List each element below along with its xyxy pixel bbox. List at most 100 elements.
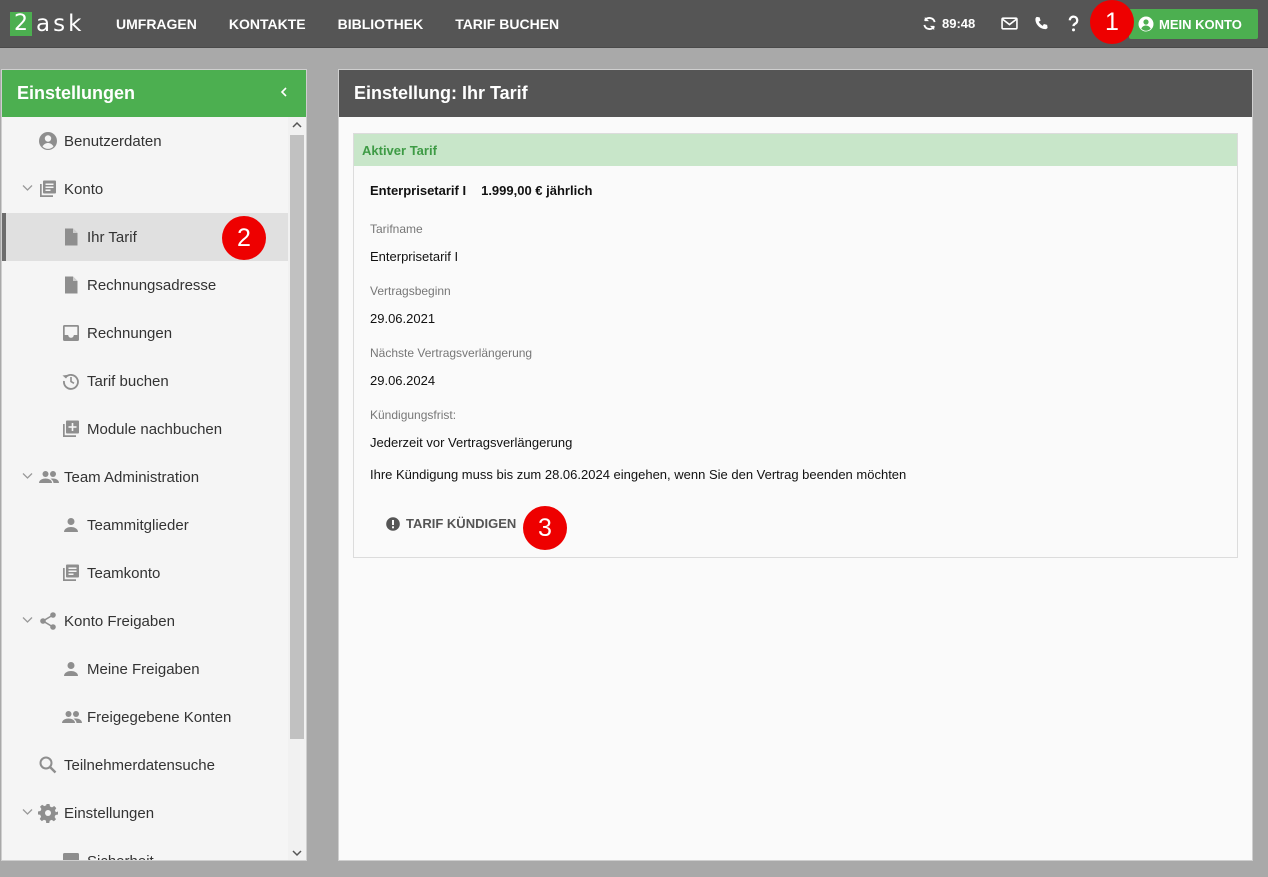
sidebar-item-label: Meine Freigaben — [87, 660, 200, 678]
sidebar-item-konto-freigaben[interactable]: Konto Freigaben — [2, 597, 288, 645]
chevron-down-icon[interactable] — [22, 808, 33, 816]
sidebar-item-module-nachbuchen[interactable]: Module nachbuchen — [2, 405, 288, 453]
nav-umfragen[interactable]: UMFRAGEN — [116, 16, 197, 32]
cancel-plan-label: TARIF KÜNDIGEN — [406, 516, 517, 531]
person-icon — [64, 662, 78, 676]
nav-tarif-buchen[interactable]: TARIF BUCHEN — [455, 16, 559, 32]
sidebar-item-label: Sicherheit — [87, 852, 154, 861]
top-navigation-bar: 2 ask UMFRAGEN KONTAKTE BIBLIOTHEK TARIF… — [0, 0, 1268, 48]
sidebar-item-label: Konto — [64, 180, 104, 198]
sidebar-item-label: Tarif buchen — [87, 372, 169, 390]
sidebar-item-label: Ihr Tarif — [87, 228, 137, 246]
sidebar-item-label: Benutzerdaten — [64, 132, 162, 150]
chevron-down-icon[interactable] — [22, 616, 33, 624]
people-icon — [39, 471, 59, 483]
share-icon — [40, 612, 56, 630]
sidebar-item-sicherheit[interactable]: Sicherheit — [2, 837, 288, 861]
chevron-down-icon[interactable] — [292, 849, 302, 857]
search-icon — [39, 756, 57, 774]
sidebar-item-label: Einstellungen — [64, 804, 155, 822]
cancellation-notice: Ihre Kündigung muss bis zum 28.06.2024 e… — [370, 467, 907, 482]
sidebar-title: Einstellungen — [17, 83, 136, 103]
marker-3: 3 — [523, 506, 567, 550]
nav-kontakte[interactable]: KONTAKTE — [229, 16, 306, 32]
person-icon — [64, 518, 78, 532]
gear-icon — [38, 804, 58, 823]
mail-icon[interactable] — [1001, 15, 1018, 32]
sidebar-item-meine-freigaben[interactable]: Meine Freigaben — [2, 645, 288, 693]
sidebar-item-rechnungen[interactable]: Rechnungen — [2, 309, 288, 357]
page-title: Einstellung: Ihr Tarif — [354, 83, 528, 103]
marker-2: 2 — [222, 216, 266, 260]
inbox-icon — [63, 325, 79, 341]
timer-value: 89:48 — [942, 16, 976, 31]
sidebar-item-label: Teammitglieder — [87, 516, 189, 534]
logo-text: ask — [36, 11, 85, 37]
help-icon[interactable] — [1067, 15, 1080, 32]
sidebar-item-label: Team Administration — [64, 468, 200, 486]
library-books-icon — [63, 564, 79, 581]
nav-bibliothek[interactable]: BIBLIOTHEK — [338, 16, 424, 32]
alert-circle-icon — [386, 516, 400, 531]
sidebar-item-rechnungsadresse[interactable]: Rechnungsadresse — [2, 261, 288, 309]
plan-price: 1.999,00 € jährlich — [481, 183, 593, 198]
sidebar-item-einstellungen[interactable]: Einstellungen — [2, 789, 288, 837]
sidebar-item-teamkonto[interactable]: Teamkonto — [2, 549, 288, 597]
library-books-icon — [40, 180, 56, 197]
sidebar-item-label: Teilnehmerdatensuche — [64, 756, 215, 774]
settings-sidebar: Einstellungen Benutzerdaten Konto Ihr Ta… — [1, 69, 307, 861]
cancel-plan-button[interactable]: TARIF KÜNDIGEN — [386, 516, 516, 531]
field-value-tarifname: Enterprisetarif I — [370, 249, 459, 264]
account-circle-icon — [39, 132, 57, 150]
library-add-icon — [63, 420, 79, 437]
square-icon — [63, 853, 79, 860]
account-circle-icon — [1138, 16, 1154, 32]
field-value-verlaengerung: 29.06.2024 — [370, 373, 436, 388]
field-label-kuendigungsfrist: Kündigungsfrist: — [370, 408, 457, 422]
main-nav: UMFRAGEN KONTAKTE BIBLIOTHEK TARIF BUCHE… — [100, 0, 575, 48]
main-panel: Einstellung: Ihr Tarif Aktiver Tarif Ent… — [338, 69, 1253, 861]
file-icon — [65, 276, 78, 294]
main-header: Einstellung: Ihr Tarif — [339, 70, 1252, 117]
field-value-kuendigungsfrist: Jederzeit vor Vertragsverlängerung — [370, 435, 573, 450]
phone-icon[interactable] — [1034, 15, 1049, 31]
my-account-button[interactable]: MEIN KONTO — [1129, 9, 1258, 39]
marker-1: 1 — [1090, 0, 1134, 44]
history-icon — [62, 374, 79, 390]
plan-name: Enterprisetarif I — [370, 183, 467, 198]
people-icon — [62, 711, 82, 723]
plan-summary: Enterprisetarif I 1.999,00 € jährlich — [370, 183, 592, 198]
field-label-verlaengerung: Nächste Vertragsverlängerung — [370, 346, 533, 360]
scrollbar-thumb[interactable] — [290, 135, 304, 739]
sidebar-item-label: Teamkonto — [87, 564, 161, 582]
field-label-vertragsbeginn: Vertragsbeginn — [370, 284, 451, 298]
logo[interactable]: 2 ask — [10, 11, 85, 37]
my-account-label: MEIN KONTO — [1159, 16, 1242, 32]
sidebar-item-teammitglieder[interactable]: Teammitglieder — [2, 501, 288, 549]
sidebar-item-benutzerdaten[interactable]: Benutzerdaten — [2, 117, 288, 165]
field-label-tarifname: Tarifname — [370, 222, 423, 236]
sidebar-item-teilnehmerdatensuche[interactable]: Teilnehmerdatensuche — [2, 741, 288, 789]
file-icon — [65, 228, 78, 246]
active-plan-card: Aktiver Tarif Enterprisetarif I 1.999,00 … — [353, 133, 1238, 558]
card-title: Aktiver Tarif — [354, 134, 1237, 166]
chevron-down-icon[interactable] — [22, 472, 33, 480]
chevron-down-icon[interactable] — [22, 184, 33, 192]
field-value-vertragsbeginn: 29.06.2021 — [370, 311, 436, 326]
sidebar-header: Einstellungen — [2, 70, 306, 117]
sidebar-item-label: Rechnungsadresse — [87, 276, 217, 294]
sidebar-item-label: Konto Freigaben — [64, 612, 175, 630]
sidebar-item-tarif-buchen[interactable]: Tarif buchen — [2, 357, 288, 405]
sidebar-item-label: Module nachbuchen — [87, 420, 223, 438]
sidebar-item-konto[interactable]: Konto — [2, 165, 288, 213]
session-timer[interactable]: 89:48 — [922, 16, 975, 31]
sidebar-scrollbar[interactable] — [288, 117, 306, 860]
sidebar-item-freigegebene-konten[interactable]: Freigegebene Konten — [2, 693, 288, 741]
sidebar-item-label: Rechnungen — [87, 324, 173, 342]
chevron-up-icon[interactable] — [292, 121, 302, 129]
sidebar-item-label: Freigegebene Konten — [87, 708, 232, 726]
refresh-icon — [923, 16, 936, 31]
sidebar-item-team-administration[interactable]: Team Administration — [2, 453, 288, 501]
chevron-left-icon[interactable] — [278, 84, 290, 100]
logo-digit: 2 — [10, 12, 32, 36]
